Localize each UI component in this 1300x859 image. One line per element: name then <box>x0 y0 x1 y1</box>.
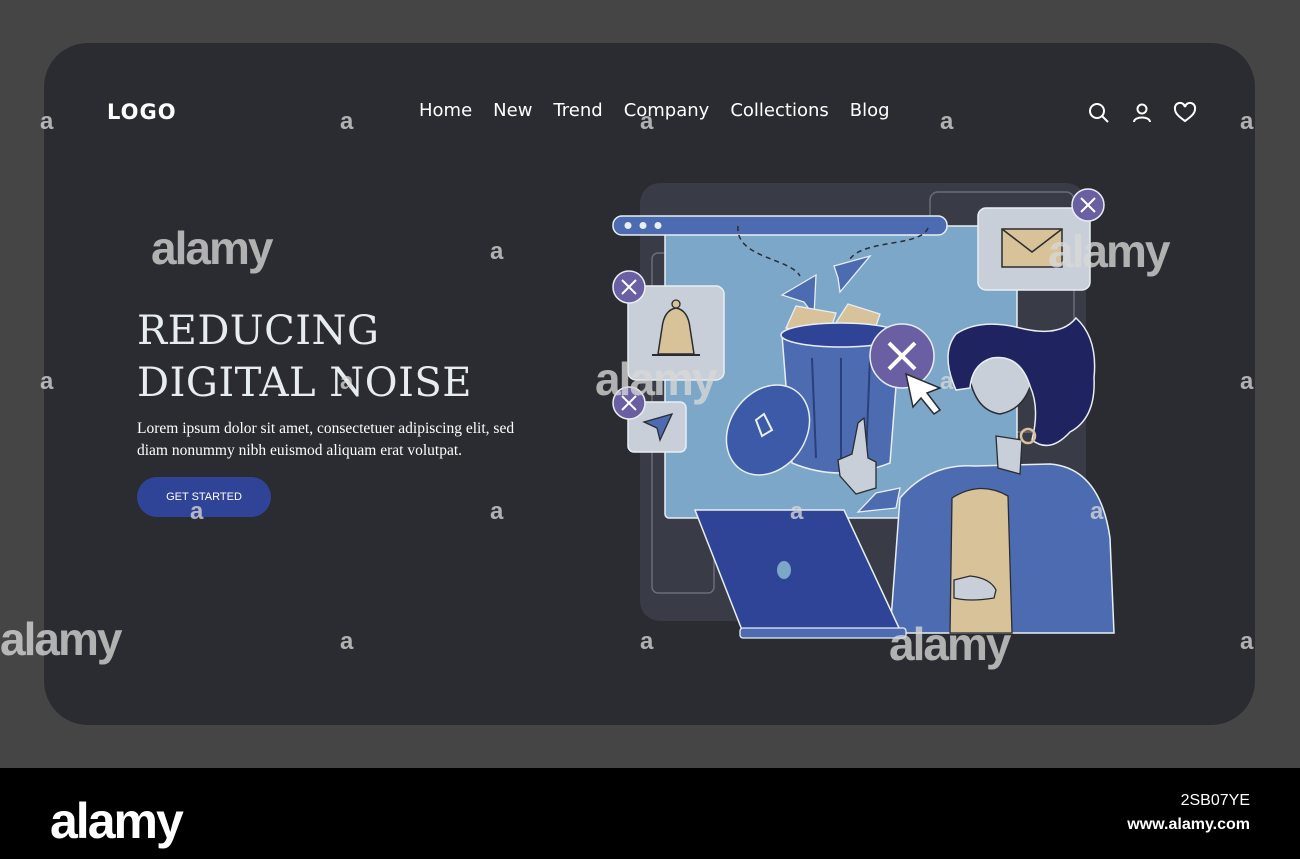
window-dot <box>654 222 662 229</box>
get-started-button[interactable]: GET STARTED <box>137 477 271 517</box>
watermark-mark: a <box>340 108 354 135</box>
watermark-text: alamy <box>151 222 273 274</box>
watermark-text: alamy <box>0 613 122 665</box>
window-dot <box>624 222 632 229</box>
watermark-text: alamy <box>1048 225 1170 277</box>
watermark-mark: a <box>490 238 504 265</box>
watermark-mark: a <box>640 108 654 135</box>
watermark-mark: a <box>940 108 954 135</box>
nav-blog[interactable]: Blog <box>850 100 890 121</box>
headline-line-2: DIGITAL NOISE <box>137 360 472 406</box>
site-url: www.alamy.com <box>1127 816 1250 833</box>
watermark-mark: a <box>190 498 204 525</box>
nav-company[interactable]: Company <box>624 100 710 121</box>
alamy-logo: alamy <box>50 793 184 849</box>
watermark-mark: a <box>640 628 654 655</box>
window-dot <box>639 222 647 229</box>
image-id: 2SB07YE <box>1180 792 1250 809</box>
watermark-mark: a <box>1240 108 1254 135</box>
hero-illustration <box>600 178 1120 653</box>
hero-headline: REDUCING DIGITAL NOISE <box>137 305 537 409</box>
main-nav: Home New Trend Company Collections Blog <box>419 100 890 121</box>
user-icon[interactable] <box>1130 101 1154 125</box>
watermark-mark: a <box>790 498 804 525</box>
watermark-text: alamy <box>595 353 717 405</box>
watermark-mark: a <box>40 108 54 135</box>
nav-collections[interactable]: Collections <box>730 100 828 121</box>
watermark-footer: alamy 2SB07YE www.alamy.com <box>0 768 1300 859</box>
nav-new[interactable]: New <box>493 100 532 121</box>
watermark-mark: a <box>490 498 504 525</box>
watermark-mark: a <box>1240 368 1254 395</box>
nav-home[interactable]: Home <box>419 100 472 121</box>
watermark-mark: a <box>1240 628 1254 655</box>
watermark-mark: a <box>40 368 54 395</box>
heart-icon[interactable] <box>1173 101 1197 125</box>
watermark-mark: a <box>940 368 954 395</box>
watermark-mark: a <box>340 628 354 655</box>
headline-line-1: REDUCING <box>137 308 380 354</box>
hero-description: Lorem ipsum dolor sit amet, consectetuer… <box>137 420 515 459</box>
browser-toolbar <box>612 215 948 236</box>
watermark-mark: a <box>340 368 354 395</box>
nav-trend[interactable]: Trend <box>553 100 602 121</box>
search-icon[interactable] <box>1087 101 1111 125</box>
logo[interactable]: LOGO <box>107 100 177 124</box>
digital-noise-illustration <box>612 183 1115 639</box>
watermark-mark: a <box>1090 498 1104 525</box>
watermark-text: alamy <box>889 618 1011 670</box>
header-tools <box>1087 101 1197 125</box>
